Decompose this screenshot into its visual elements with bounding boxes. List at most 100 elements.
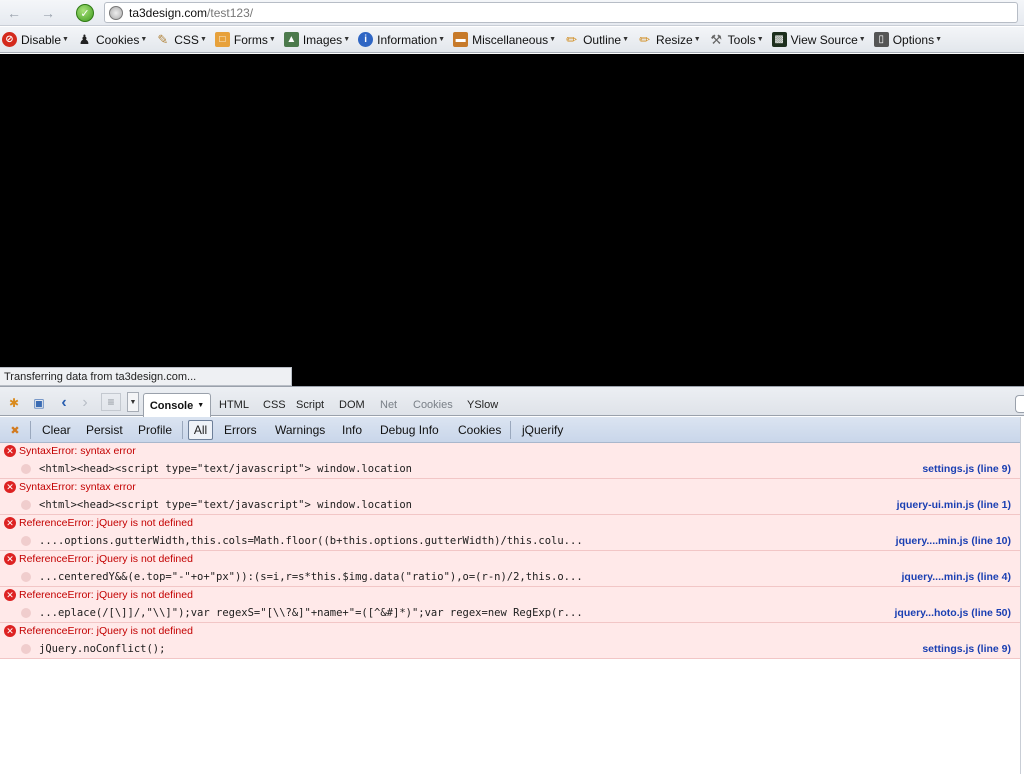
globe-icon xyxy=(109,5,123,20)
error-source-link[interactable]: jquery....min.js (line 4) xyxy=(902,571,1012,583)
devbar-options-menu[interactable]: ▯ Options ▼ xyxy=(873,32,943,47)
filter-cookies-button[interactable]: Cookies xyxy=(458,423,501,437)
caret-down-icon: ▼ xyxy=(343,36,351,43)
tab-cookies[interactable]: Cookies xyxy=(413,399,453,411)
devbar-images-menu[interactable]: ▲ Images ▼ xyxy=(283,32,351,47)
tab-console[interactable]: Console ▼ xyxy=(143,393,211,417)
filter-all-button[interactable]: All xyxy=(188,420,213,440)
error-icon: ✕ xyxy=(4,553,16,565)
tools-icon: ⚒ xyxy=(710,31,722,47)
url-path: /test123/ xyxy=(207,5,254,20)
clear-console-icon[interactable]: ✖ xyxy=(7,422,23,438)
inspect-element-icon[interactable]: ▣ xyxy=(30,395,48,411)
error-code: jQuery.noConflict(); xyxy=(39,643,166,655)
forward-button[interactable]: → xyxy=(38,3,58,23)
filter-all-label: All xyxy=(193,423,208,437)
view-source-icon: ▩ xyxy=(771,32,787,47)
filter-info-button[interactable]: Info xyxy=(342,423,362,437)
tab-script[interactable]: Script xyxy=(296,399,324,411)
devbar-tools-menu[interactable]: ⚒ Tools ▼ xyxy=(709,31,764,47)
forms-icon: □ xyxy=(214,32,230,47)
breakpoint-toggle[interactable] xyxy=(21,608,31,618)
url-host: ta3design.com xyxy=(129,5,208,20)
caret-down-icon: ▼ xyxy=(756,36,764,43)
devbar-item-label: Disable xyxy=(21,32,62,47)
url-bar[interactable]: ta3design.com/test123/ xyxy=(104,2,1018,23)
devbar-cookies-menu[interactable]: ♟ Cookies ▼ xyxy=(77,31,148,47)
web-developer-toolbar: ⊘ Disable ▼ ♟ Cookies ▼ ✎ CSS ▼ □ Forms ▼ ▲ Image… xyxy=(0,27,1024,53)
breakpoint-toggle[interactable] xyxy=(21,536,31,546)
error-message: ReferenceError: jQuery is not defined xyxy=(19,517,193,529)
list-icon[interactable]: ≡ xyxy=(101,393,121,411)
back-arrow-icon: ← xyxy=(7,5,21,21)
error-code: ...eplace(/[\]]/,"\\]");var regexS="[\\?… xyxy=(39,607,583,619)
jquerify-button[interactable]: jQuerify xyxy=(522,423,563,437)
filter-debug-info-button[interactable]: Debug Info xyxy=(380,423,439,437)
images-icon: ▲ xyxy=(283,32,299,47)
devbar-forms-menu[interactable]: □ Forms ▼ xyxy=(214,32,276,47)
resize-icon: ✏ xyxy=(639,31,650,47)
devbar-view-source-menu[interactable]: ▩ View Source ▼ xyxy=(771,32,866,47)
disable-icon: ⊘ xyxy=(2,32,17,47)
filter-warnings-button[interactable]: Warnings xyxy=(275,423,325,437)
tab-css[interactable]: CSS xyxy=(263,399,286,411)
error-source-link[interactable]: jquery....min.js (line 10) xyxy=(896,535,1011,547)
devbar-outline-menu[interactable]: ✏ Outline ▼ xyxy=(564,32,629,47)
tab-html[interactable]: HTML xyxy=(219,399,249,411)
log-entry[interactable]: ✕ ReferenceError: jQuery is not defined … xyxy=(0,623,1020,659)
cookies-icon: ♟ xyxy=(78,31,91,47)
dropdown-arrow-icon[interactable]: ▼ xyxy=(127,392,139,412)
forward-arrow-icon: → xyxy=(41,5,55,21)
chevron-right-icon[interactable]: › xyxy=(76,394,94,411)
log-entry[interactable]: ✕ ReferenceError: jQuery is not defined … xyxy=(0,587,1020,623)
tab-dom[interactable]: DOM xyxy=(339,399,365,411)
breakpoint-toggle[interactable] xyxy=(21,464,31,474)
css-icon: ✎ xyxy=(157,31,169,47)
persist-button[interactable]: Persist xyxy=(86,423,123,437)
devbar-disable-menu[interactable]: ⊘ Disable ▼ xyxy=(2,32,69,47)
chevron-left-icon[interactable]: ‹ xyxy=(55,394,73,411)
caret-down-icon: ▼ xyxy=(935,36,943,43)
error-source-link[interactable]: jquery...hoto.js (line 50) xyxy=(895,607,1012,619)
devbar-resize-menu[interactable]: ✏ Resize ▼ xyxy=(637,32,701,47)
console-filter-bar: ✖ Clear Persist Profile All Errors Warni… xyxy=(0,417,1024,443)
devbar-miscellaneous-menu[interactable]: ▬ Miscellaneous ▼ xyxy=(453,32,556,47)
back-button[interactable]: ← xyxy=(4,3,24,23)
log-entry[interactable]: ✕ SyntaxError: syntax error <html><head>… xyxy=(0,479,1020,515)
error-code: <html><head><script type="text/javascrip… xyxy=(39,463,412,475)
separator xyxy=(182,421,183,439)
devbar-css-menu[interactable]: ✎ CSS ▼ xyxy=(155,32,207,47)
devbar-item-label: Images xyxy=(302,32,343,47)
error-source-link[interactable]: jquery-ui.min.js (line 1) xyxy=(897,499,1011,511)
caret-down-icon: ▼ xyxy=(197,402,205,409)
error-code: ...centeredY&&(e.top="-"+o+"px")):(s=i,r… xyxy=(39,571,583,583)
caret-down-icon: ▼ xyxy=(622,36,630,43)
firebug-icon[interactable]: ✱ xyxy=(5,395,23,411)
devbar-item-label: View Source xyxy=(790,32,858,47)
error-message: SyntaxError: syntax error xyxy=(19,481,136,493)
log-entry[interactable]: ✕ SyntaxError: syntax error <html><head>… xyxy=(0,443,1020,479)
breakpoint-toggle[interactable] xyxy=(21,572,31,582)
log-entry[interactable]: ✕ ReferenceError: jQuery is not defined … xyxy=(0,551,1020,587)
devbar-item-label: Information xyxy=(377,32,438,47)
log-entry[interactable]: ✕ ReferenceError: jQuery is not defined … xyxy=(0,515,1020,551)
devbar-item-label: CSS xyxy=(174,32,199,47)
breakpoint-toggle[interactable] xyxy=(21,500,31,510)
firebug-toolbar: ✱ ▣ ‹ › ≡ ▼ Console ▼ HTML CSS Script DOM… xyxy=(0,386,1024,417)
profile-button[interactable]: Profile xyxy=(138,423,172,437)
breakpoint-toggle[interactable] xyxy=(21,644,31,654)
clear-button[interactable]: Clear xyxy=(42,423,71,437)
error-source-link[interactable]: settings.js (line 9) xyxy=(922,463,1011,475)
tab-yslow[interactable]: YSlow xyxy=(467,399,498,411)
error-icon: ✕ xyxy=(4,445,16,457)
devbar-item-label: Miscellaneous xyxy=(472,32,549,47)
error-message: ReferenceError: jQuery is not defined xyxy=(19,553,193,565)
devbar-information-menu[interactable]: i Information ▼ xyxy=(358,32,445,47)
tab-net[interactable]: Net xyxy=(380,399,397,411)
filter-errors-button[interactable]: Errors xyxy=(224,423,257,437)
side-panel-toggle[interactable] xyxy=(1015,395,1024,413)
error-icon: ✕ xyxy=(4,517,16,529)
error-icon: ✕ xyxy=(4,589,16,601)
reload-button[interactable]: ✓ xyxy=(74,3,96,23)
error-source-link[interactable]: settings.js (line 9) xyxy=(922,643,1011,655)
